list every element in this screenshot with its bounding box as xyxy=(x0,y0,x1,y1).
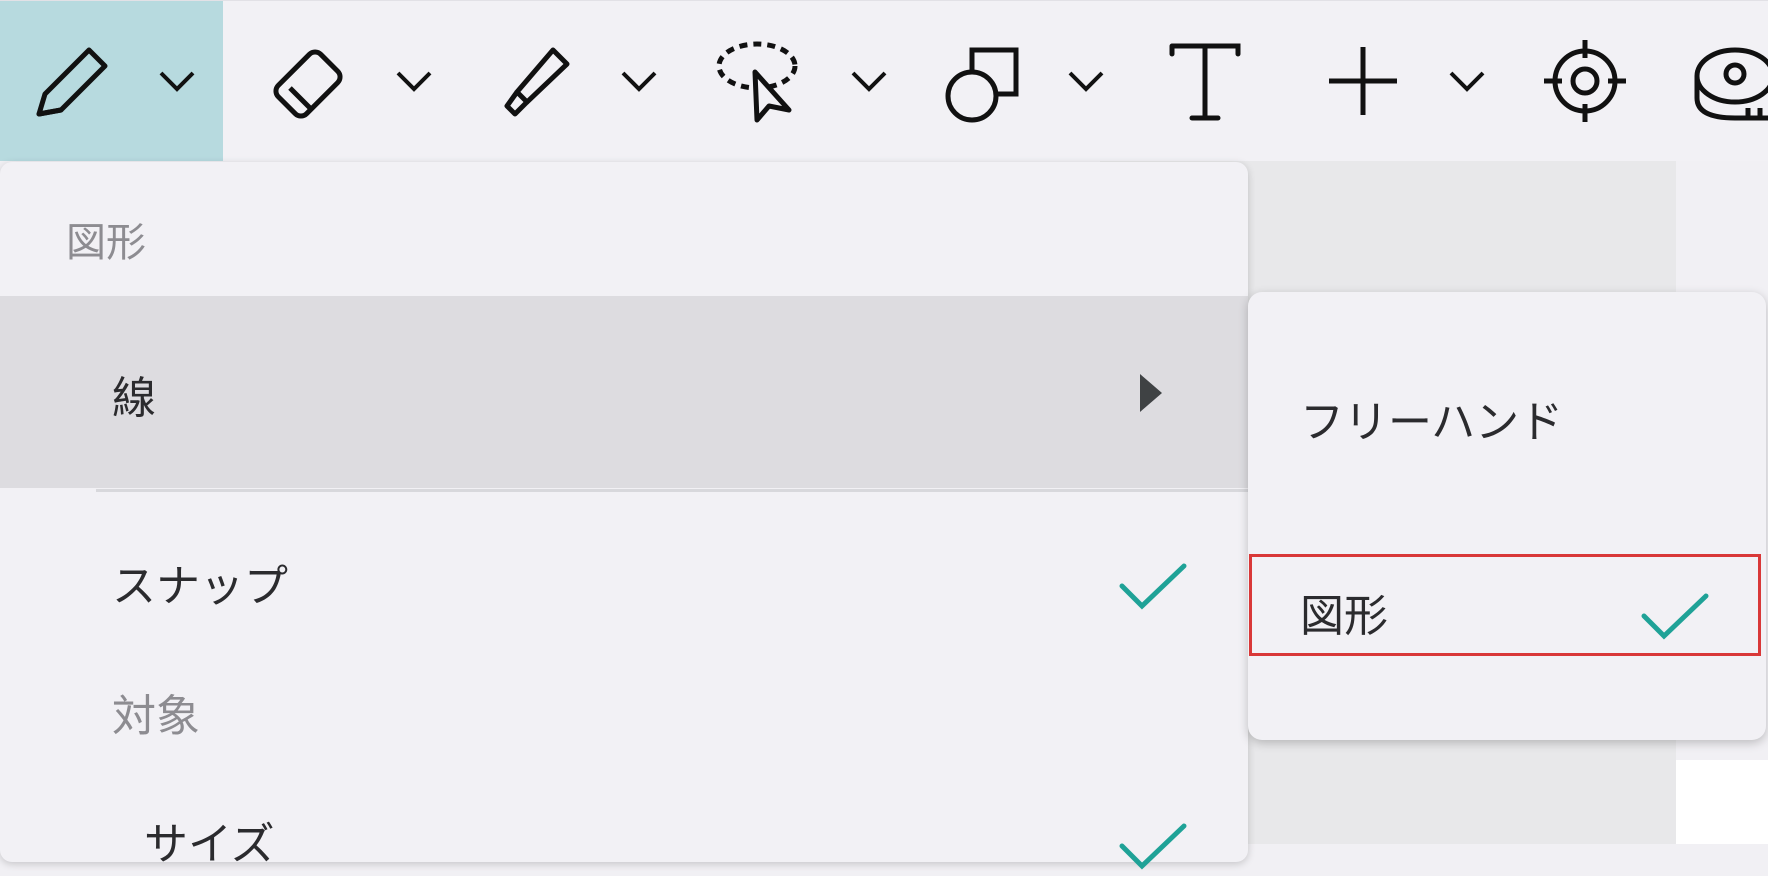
shapes-icon xyxy=(938,36,1028,126)
shapes-tool-button[interactable] xyxy=(922,1,1122,161)
crosshair-tool-button[interactable] xyxy=(1530,1,1640,161)
drawing-toolbar xyxy=(0,0,1768,161)
crosshair-target-icon xyxy=(1540,36,1630,126)
menu-item-line[interactable] xyxy=(0,296,1248,488)
eraser-icon xyxy=(266,36,356,126)
submenu-arrow-icon xyxy=(1140,374,1162,416)
pen-options-menu xyxy=(0,162,1248,862)
highlighter-tool-button[interactable] xyxy=(475,1,675,161)
chevron-down-icon[interactable] xyxy=(1447,69,1487,93)
line-submenu xyxy=(1248,292,1766,740)
ruler-tool-button[interactable] xyxy=(1690,1,1768,161)
lasso-select-icon xyxy=(711,36,811,126)
chevron-down-icon[interactable] xyxy=(619,69,659,93)
eraser-tool-button[interactable] xyxy=(250,1,450,161)
menu-divider xyxy=(96,489,1248,492)
highlight-annotation-box xyxy=(1249,554,1761,656)
chevron-down-icon[interactable] xyxy=(1066,69,1106,93)
pencil-icon xyxy=(27,36,117,126)
menu-item-size-label[interactable]: サイズ xyxy=(144,808,275,872)
text-tool-button[interactable] xyxy=(1150,1,1260,161)
text-icon xyxy=(1160,36,1250,126)
submenu-item-freehand[interactable]: フリーハンド xyxy=(1300,386,1563,450)
menu-section-target-label: 対象 xyxy=(112,691,200,742)
menu-item-snap-label[interactable]: スナップ xyxy=(112,550,288,614)
menu-section-header: 図形 xyxy=(66,220,146,266)
lasso-select-tool-button[interactable] xyxy=(700,1,900,161)
menu-item-line-label: 線 xyxy=(112,373,156,424)
tape-measure-icon xyxy=(1690,36,1768,126)
highlighter-icon xyxy=(491,36,581,126)
canvas-page xyxy=(1676,760,1768,844)
chevron-down-icon[interactable] xyxy=(394,69,434,93)
chevron-down-icon[interactable] xyxy=(157,69,197,93)
add-tool-button[interactable] xyxy=(1310,1,1500,161)
pencil-tool-button[interactable] xyxy=(0,1,223,161)
chevron-down-icon[interactable] xyxy=(849,69,889,93)
size-checkmark-icon xyxy=(1118,822,1188,876)
add-icon xyxy=(1323,41,1403,121)
snap-checkmark-icon xyxy=(1118,562,1188,616)
